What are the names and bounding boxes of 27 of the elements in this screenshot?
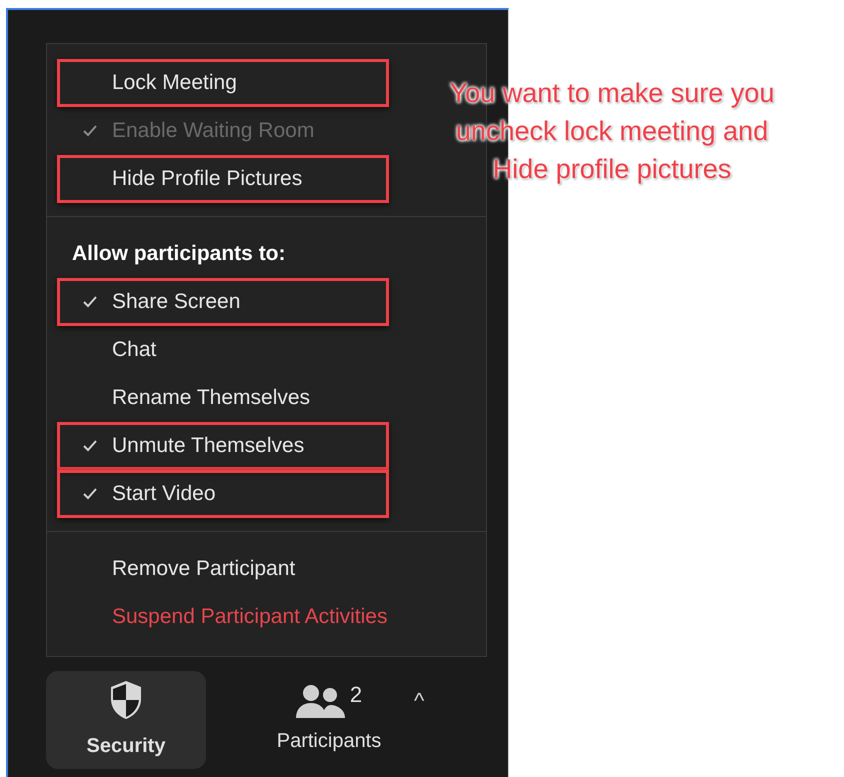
menu-item[interactable]: Chat — [57, 326, 417, 374]
item-label: Unmute Themselves — [112, 433, 304, 460]
item-label: Suspend Participant Activities — [112, 604, 388, 630]
menu-item[interactable]: Share Screen — [57, 278, 389, 326]
item-label: Hide Profile Pictures — [112, 166, 302, 192]
people-icon — [296, 684, 346, 720]
item-label: Rename Themselves — [112, 385, 310, 412]
participant-count: 2 — [350, 684, 362, 706]
item-label: Remove Participant — [112, 556, 296, 582]
participants-label: Participants — [276, 729, 382, 754]
menu-item[interactable]: Unmute Themselves — [57, 422, 389, 470]
participants-button[interactable]: 2 Participants — [254, 671, 404, 769]
menu-item[interactable]: Remove Participant — [57, 545, 417, 593]
section-heading: Allow participants to: — [72, 241, 286, 268]
security-button[interactable]: Security — [46, 671, 206, 769]
item-label: Chat — [112, 337, 156, 364]
caret-button[interactable]: ^ — [414, 684, 424, 716]
item-label: Share Screen — [112, 289, 240, 316]
item-label: Start Video — [112, 481, 216, 508]
menu-item[interactable]: Suspend Participant Activities — [57, 593, 417, 641]
item-label: Lock Meeting — [112, 70, 237, 96]
item-label: Enable Waiting Room — [112, 118, 314, 144]
menu-item[interactable]: Hide Profile Pictures — [57, 155, 389, 203]
menu-item[interactable]: Start Video — [57, 470, 389, 518]
menu-item[interactable]: Lock Meeting — [57, 59, 389, 107]
shield-icon — [108, 679, 144, 721]
menu-item[interactable]: Rename Themselves — [57, 374, 417, 422]
